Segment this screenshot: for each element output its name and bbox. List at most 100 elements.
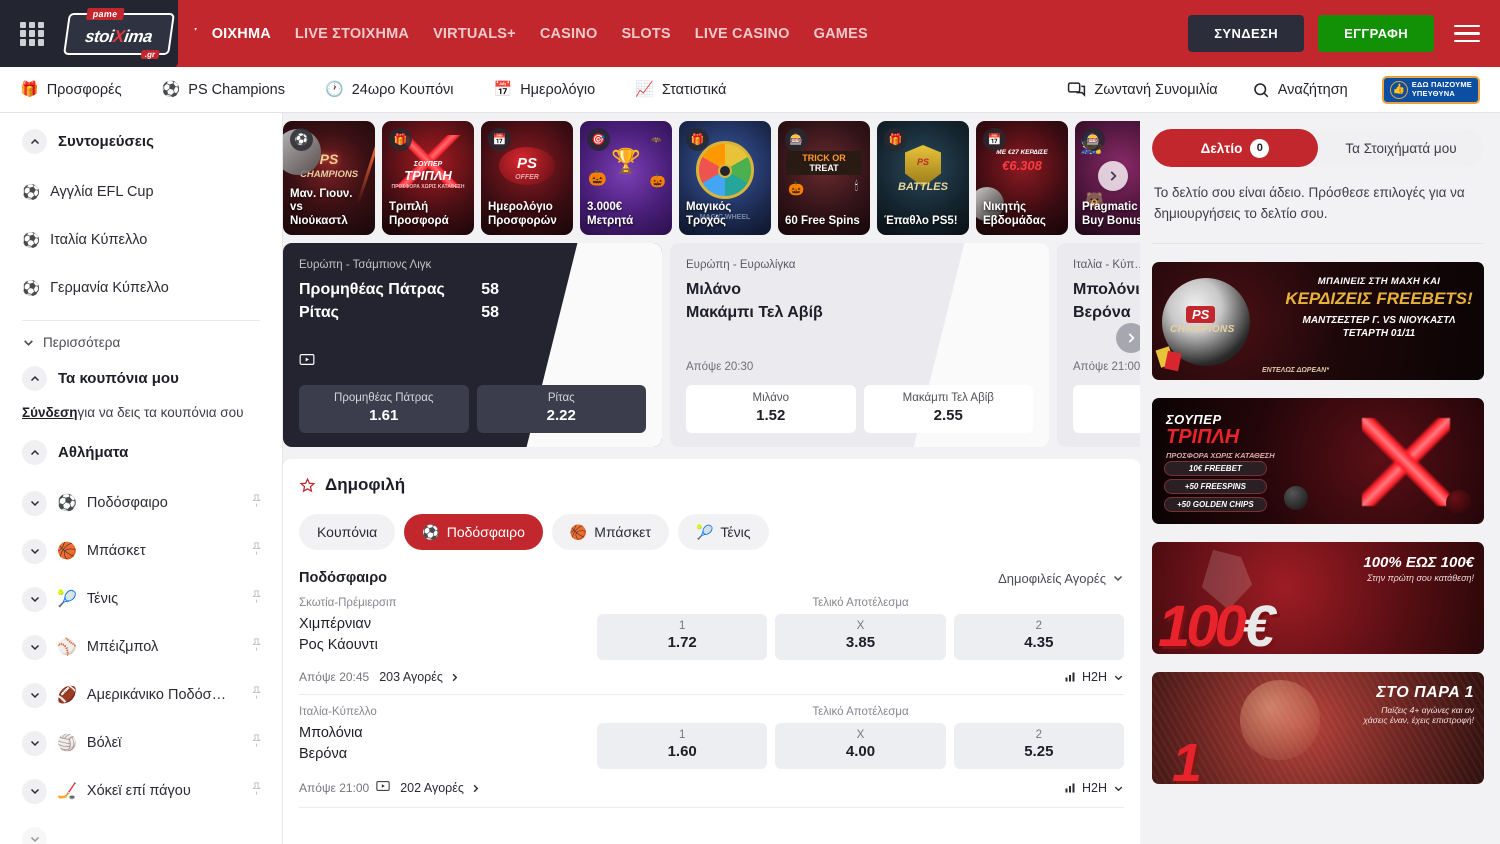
sidebar-sport-football[interactable]: ⚽ Ποδόσφαιρο	[0, 479, 282, 527]
tab-basketball[interactable]: 🏀 Μπάσκετ	[552, 514, 669, 550]
site-logo[interactable]: pame stoiXima .gr	[66, 10, 172, 58]
featured-odd-button[interactable]: 1 1.60	[1073, 385, 1140, 433]
banner-sto-para-1[interactable]: 1 ΣΤΟ ΠΑΡΑ 1 Παίζεις 4+ αγώνες και αν χά…	[1152, 672, 1484, 784]
tab-my-bets[interactable]: Τα Στοιχήματά μου	[1318, 129, 1484, 167]
featured-odd-button[interactable]: Μακάμπι Τελ Αβίβ 2.55	[864, 385, 1034, 433]
banner-line-3: χάσεις έναν, έχεις επιστροφή!	[1363, 715, 1474, 725]
soccer-ball-icon: ⚽	[162, 82, 181, 97]
sidebar-sport-ice-hockey[interactable]: 🏒 Χόκεϊ επί πάγου	[0, 767, 282, 815]
sidebar-sport-american-football[interactable]: 🏈 Αμερικάνικο Ποδόσ…	[0, 671, 282, 719]
odd-button-1[interactable]: 1 1.72	[597, 614, 767, 660]
nav-item-casino[interactable]: CASINO	[540, 26, 598, 42]
match-h2h-button[interactable]: H2H	[1064, 670, 1124, 684]
search-button[interactable]: Αναζήτηση	[1252, 81, 1348, 99]
login-button[interactable]: ΣΥΝΔΕΣΗ	[1188, 15, 1304, 52]
promo-tile-triple-offer[interactable]: ΣΟΥΠΕΡ ΤΡΙΠΛΗ ΠΡΟΣΦΟΡΑ ΧΩΡΙΣ ΚΑΤΑΘΕΣΗ 🎁 …	[382, 121, 474, 235]
featured-stream-icon-wrap[interactable]	[299, 353, 646, 371]
soccer-ball-icon: ⚽	[22, 280, 40, 297]
chevron-down-icon[interactable]	[22, 827, 47, 844]
promo-tile-magic-wheel[interactable]: MAGIC WHEEL 🎁 ΜαγικόςΤροχός	[679, 121, 771, 235]
pin-icon[interactable]	[249, 541, 264, 561]
sidebar-sport-tennis[interactable]: 🎾 Τένις	[0, 575, 282, 623]
pin-icon[interactable]	[249, 685, 264, 705]
pin-icon[interactable]	[249, 493, 264, 513]
signup-button[interactable]: ΕΓΓΡΑΦΗ	[1318, 15, 1434, 52]
chevron-down-icon[interactable]	[22, 731, 47, 756]
chevron-down-icon[interactable]	[22, 491, 47, 516]
sidebar-section-shortcuts[interactable]: Συντομεύσεις	[0, 129, 282, 154]
nav-item-slots[interactable]: SLOTS	[621, 26, 670, 42]
subnav-item-statistics[interactable]: 📈 Στατιστικά	[635, 82, 726, 98]
sidebar-sport-next[interactable]	[0, 815, 282, 844]
chevron-down-icon[interactable]	[22, 539, 47, 564]
promo-tile-free-spins[interactable]: TRICK OR TREAT 🎃 🕯 🎰 60 Free Spins	[778, 121, 870, 235]
odd-button-2[interactable]: 2 4.35	[954, 614, 1124, 660]
sidebar-sport-baseball[interactable]: ⚾ Μπέιζμπολ	[0, 623, 282, 671]
sidebar-sport-volleyball[interactable]: 🏐 Βόλεϊ	[0, 719, 282, 767]
match-markets-link[interactable]: 203 Αγορές	[379, 670, 460, 684]
live-chat-button[interactable]: Ζωντανή Συνομιλία	[1067, 80, 1217, 99]
featured-odd-button[interactable]: Προμηθέας Πάτρας 1.61	[299, 385, 469, 433]
tab-betslip[interactable]: Δελτίο 0	[1152, 129, 1318, 167]
match-stream-icon-wrap[interactable]	[376, 779, 390, 797]
featured-match-card-euroleague[interactable]: Ευρώπη - Ευρωλίγκα Μιλάνο Μακάμπι Τελ Αβ…	[670, 243, 1049, 447]
match-markets-link[interactable]: 202 Αγορές	[400, 781, 481, 795]
tab-tennis[interactable]: 🎾 Τένις	[678, 514, 769, 550]
nav-item-live-stoixima[interactable]: LIVE ΣΤΟΙΧΗΜΑ	[295, 26, 409, 42]
sidebar-coupons-login-link[interactable]: Σύνδεση	[22, 405, 78, 420]
table-row[interactable]: Σκωτία-Πρέμιερσιπ Χιμπέρνιαν Ρος Κάουντι…	[299, 586, 1124, 695]
featured-carousel-next-button[interactable]	[1116, 323, 1140, 353]
apps-grid-icon[interactable]	[20, 22, 44, 46]
sidebar-shortcut-italy-cup[interactable]: ⚽ Ιταλία Κύπελλο	[0, 216, 282, 264]
nav-item-games[interactable]: GAMES	[814, 26, 868, 42]
chevron-down-icon[interactable]	[22, 635, 47, 660]
pin-icon[interactable]	[249, 637, 264, 657]
banner-ps-champions[interactable]: PS CHAMPIONS ΜΠΑΙΝΕΙΣ ΣΤΗ ΜΑΧΗ ΚΑΙ ΚΕΡΔΙ…	[1152, 262, 1484, 380]
chevron-down-icon	[1112, 572, 1124, 584]
chevron-right-icon	[1124, 331, 1138, 345]
banner-welcome-bonus[interactable]: 100€ 100% ΕΩΣ 100€ Στην πρώτη σου κατάθε…	[1152, 542, 1484, 654]
match-h2h-button[interactable]: H2H	[1064, 781, 1124, 795]
sidebar-section-sports[interactable]: Αθλήματα	[0, 440, 282, 465]
promo-tile-ps-champions[interactable]: PS CHAMPIONS ⚽ Μαν. Γιουν. vsΝιούκαστλ	[283, 121, 375, 235]
nav-item-live-casino[interactable]: LIVE CASINO	[695, 26, 790, 42]
promo-tile-ps-battles[interactable]: PS BATTLES 🎁 Έπαθλο PS5!	[877, 121, 969, 235]
odd-button-x[interactable]: X 4.00	[775, 723, 945, 769]
odd-button-x[interactable]: X 3.85	[775, 614, 945, 660]
featured-match-card-live[interactable]: Ευρώπη - Τσάμπιονς Λιγκ Προμηθέας Πάτρας…	[283, 243, 662, 447]
sidebar-shortcut-efl-cup[interactable]: ⚽ Αγγλία EFL Cup	[0, 168, 282, 216]
subnav-item-ps-champions[interactable]: ⚽ PS Champions	[162, 82, 285, 98]
subnav-label-calendar: Ημερολόγιο	[520, 82, 595, 98]
sidebar-more-button[interactable]: Περισσότερα	[0, 321, 282, 366]
tab-football[interactable]: ⚽ Ποδόσφαιρο	[404, 514, 543, 550]
match-teams-block: Ιταλία-Κύπελλο Μπολόνια Βερόνα	[299, 706, 597, 765]
responsible-gaming-badge[interactable]: 👍 ΕΔΩ ΠΑΙΖΟΥΜΕΥΠΕΥΘΥΝΑ	[1382, 76, 1480, 104]
sidebar-sport-basketball[interactable]: 🏀 Μπάσκετ	[0, 527, 282, 575]
odd-button-1[interactable]: 1 1.60	[597, 723, 767, 769]
banner-super-triple[interactable]: ΣΟΥΠΕΡ ΤΡΙΠΛΗ ΠΡΟΣΦΟΡΑ ΧΩΡΙΣ ΚΑΤΑΘΕΣΗ 10…	[1152, 398, 1484, 524]
featured-odd-button[interactable]: Ρίτας 2.22	[477, 385, 647, 433]
promo-tile-offer-calendar[interactable]: PS OFFER 📅 ΗμερολόγιοΠροσφορών	[481, 121, 573, 235]
chevron-down-icon[interactable]	[22, 683, 47, 708]
featured-odd-button[interactable]: Μιλάνο 1.52	[686, 385, 856, 433]
subnav-item-calendar[interactable]: 📅 Ημερολόγιο	[494, 82, 596, 98]
chevron-down-icon[interactable]	[22, 779, 47, 804]
subnav-item-offers[interactable]: 🎁 Προσφορές	[20, 82, 122, 98]
tab-coupons[interactable]: Κουπόνια	[299, 514, 395, 550]
popular-markets-dropdown[interactable]: Δημοφιλείς Αγορές	[998, 571, 1124, 586]
promo-tile-weekly-winner[interactable]: ΜΕ €27 ΚΕΡΔΙΣΕ €6.308 📅 ΝικητήςΕβδομάδας	[976, 121, 1068, 235]
pin-icon[interactable]	[249, 589, 264, 609]
sidebar-shortcut-germany-cup[interactable]: ⚽ Γερμανία Κύπελλο	[0, 264, 282, 312]
table-row[interactable]: Ιταλία-Κύπελλο Μπολόνια Βερόνα Τελικό Απ…	[299, 695, 1124, 808]
chevron-down-icon[interactable]	[22, 587, 47, 612]
hamburger-menu-icon[interactable]	[1454, 25, 1480, 43]
nav-item-virtuals[interactable]: VIRTUALS+	[433, 26, 516, 42]
subnav-item-24h-coupon[interactable]: 🕐 24ωρο Κουπόνι	[325, 82, 454, 98]
odd-button-2[interactable]: 2 5.25	[954, 723, 1124, 769]
sidebar-section-my-coupons[interactable]: Τα κουπόνια μου	[0, 366, 282, 391]
pin-icon[interactable]	[249, 733, 264, 753]
promo-carousel-next-button[interactable]	[1098, 161, 1128, 191]
match-team-away: Βερόνα	[299, 744, 597, 765]
promo-tile-cash-3000[interactable]: 🏆 🎃 🎃 🦇 🎯 3.000€Μετρητά	[580, 121, 672, 235]
pin-icon[interactable]	[249, 781, 264, 801]
